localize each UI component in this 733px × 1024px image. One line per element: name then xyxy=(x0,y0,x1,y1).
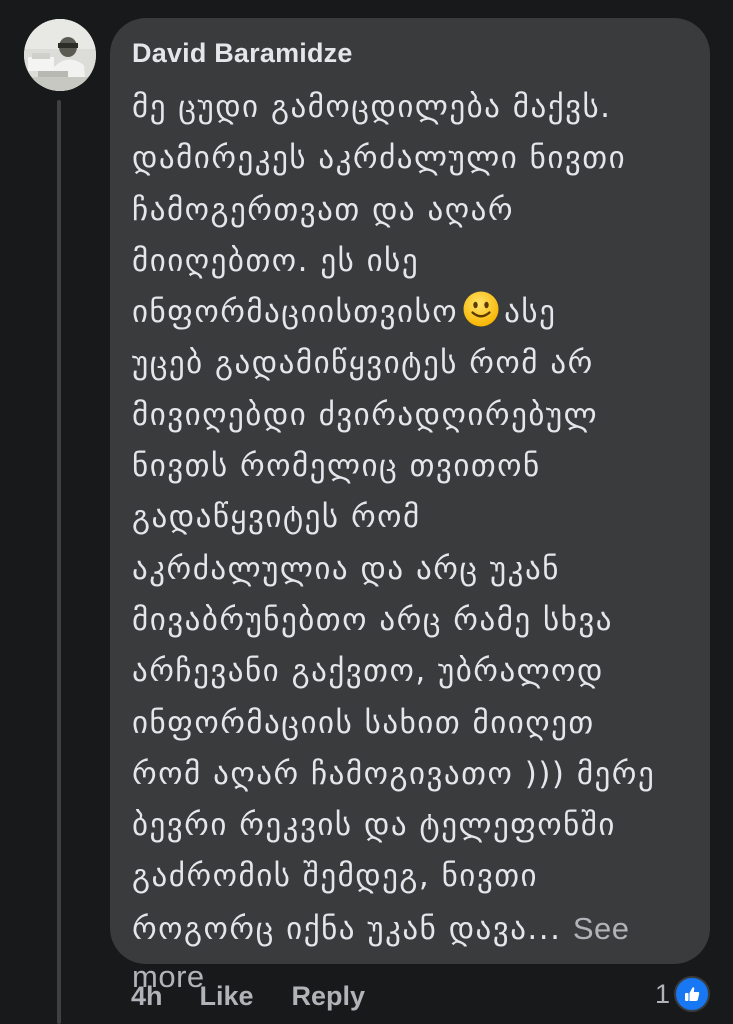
reaction-count: 1 xyxy=(655,978,671,1009)
comment-line: რომ აღარ ჩამოგივათო ))) მერე xyxy=(132,755,656,792)
thread-connector-line xyxy=(57,100,61,1024)
comment-line: არჩევანი გაქვთო, უბრალოდ xyxy=(132,653,604,690)
comment-actions: 4h Like Reply xyxy=(131,976,365,1016)
comment-line: მივაბრუნებთო არც რამე სხვა xyxy=(132,601,614,638)
like-button[interactable]: Like xyxy=(200,981,254,1012)
comment-line: ინფორმაციის სახით მიიღეთ xyxy=(132,704,595,741)
comment-line-with-emoji: ინფორმაციისთვისო ასე xyxy=(132,287,690,338)
comment-timestamp[interactable]: 4h xyxy=(131,981,163,1012)
thumbs-up-icon xyxy=(674,976,711,1012)
reaction-summary[interactable]: 1 xyxy=(655,974,711,1014)
slightly-smiling-face-icon xyxy=(463,291,499,327)
comment-line: უცებ გადამიწყვიტეს რომ არ xyxy=(132,345,594,382)
comment-bubble: David Baramidze მე ცუდი გამოცდილება მაქვ… xyxy=(110,18,710,994)
see-more-link[interactable]: See xyxy=(573,911,630,946)
comment-line: ჩამოგერთვათ და აღარ xyxy=(132,191,515,228)
comment-line: ნივთს რომელიც თვითონ xyxy=(132,448,541,485)
avatar[interactable] xyxy=(24,19,96,91)
comment-line: დამირეკეს აკრძალული ნივთი xyxy=(132,140,627,177)
comment-line: გადაწყვიტეს რომ xyxy=(132,499,421,536)
thumbs-up-glyph xyxy=(685,987,700,1001)
comment-line: მიიღებთო. ეს ისე xyxy=(132,242,420,279)
comment-author[interactable]: David Baramidze xyxy=(132,36,690,70)
avatar-photo xyxy=(24,19,96,91)
comment-line: ბევრი რეკვის და ტელეფონში xyxy=(132,807,616,844)
comment-line-text: როგორც იქნა უკან დავა... xyxy=(132,910,562,947)
comment-line: მივიღებდი ძვირადღირებულ xyxy=(132,396,599,433)
comment-line-last: როგორც იქნა უკან დავა... See xyxy=(132,903,690,954)
comment-thread: David Baramidze მე ცუდი გამოცდილება მაქვ… xyxy=(0,0,733,1024)
comment-body: მე ცუდი გამოცდილება მაქვს. დამირეკეს აკრ… xyxy=(132,82,690,1000)
comment-line: გაძრომის შემდეგ, ნივთი xyxy=(132,858,539,895)
reply-button[interactable]: Reply xyxy=(292,981,366,1012)
comment-line: მე ცუდი გამოცდილება მაქვს. xyxy=(132,89,612,125)
comment-line-text: ინფორმაციისთვისო xyxy=(132,294,459,331)
comment-line-text: ასე xyxy=(504,294,557,331)
comment-line: აკრძალულია და არც უკან xyxy=(132,550,560,587)
